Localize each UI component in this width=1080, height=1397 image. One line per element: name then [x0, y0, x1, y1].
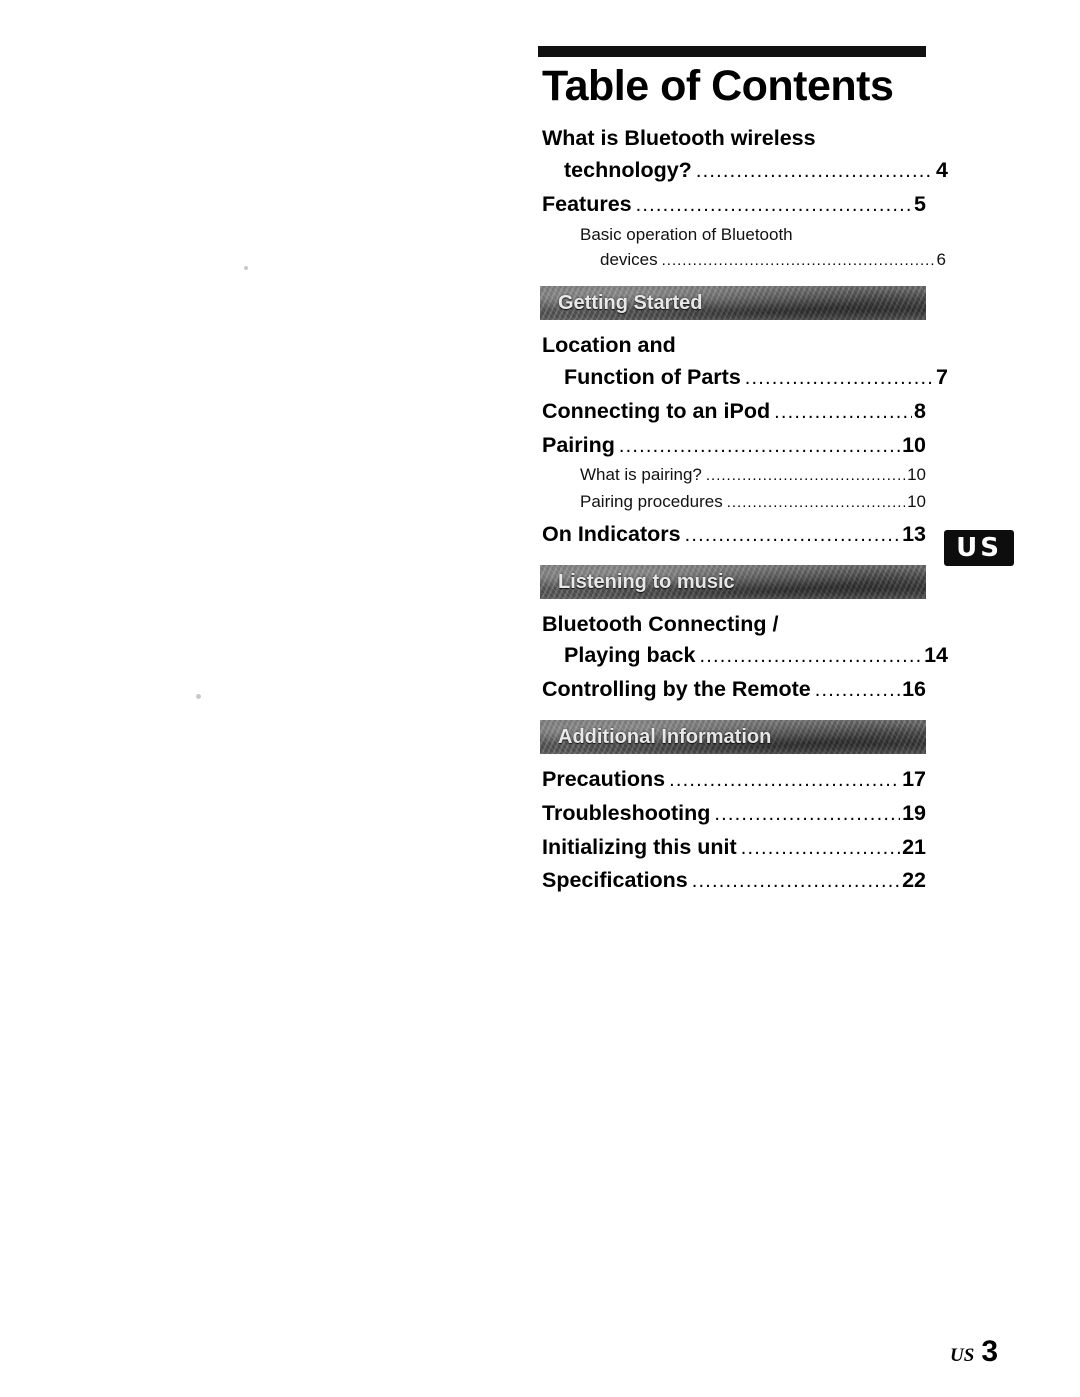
toc-entry-label: Pairing [542, 432, 615, 457]
leader-dots: ........................................… [774, 400, 912, 423]
toc-entry-page: 13 [902, 521, 926, 546]
toc-entry[interactable]: Controlling by the Remote ..............… [538, 674, 926, 706]
toc-entry-page: 16 [902, 677, 926, 702]
title-rule [538, 46, 926, 57]
toc-entry-label-cont: Playing back [564, 643, 696, 668]
toc-entry-label-cont: Function of Parts [564, 364, 741, 389]
section-heading-label: Listening to music [558, 570, 735, 593]
section-heading-label: Getting Started [558, 292, 703, 315]
toc-entry-label: What is Bluetooth wireless [542, 126, 816, 151]
footer-page-number: 3 [981, 1335, 998, 1368]
toc-subentry-page: 10 [907, 465, 926, 485]
toc-front-entries: What is Bluetooth wireless technology? .… [538, 123, 948, 272]
section-heading-bar: Additional Information [540, 719, 926, 754]
page-title: Table of Contents [542, 62, 894, 110]
toc-entry-page: 8 [914, 398, 926, 423]
toc-entry[interactable]: Connecting to an iPod ..................… [538, 396, 926, 428]
toc-entry-page: 19 [902, 800, 926, 825]
toc-subentry-label: Basic operation of Bluetooth [580, 224, 793, 244]
toc-entry-label: Specifications [542, 868, 688, 893]
leader-dots: ........................................… [669, 768, 900, 791]
toc-subentry-label: Pairing procedures [580, 492, 723, 512]
toc-entry-page: 22 [902, 868, 926, 893]
locale-thumb-tab: US [944, 530, 1014, 566]
toc-subentry-page: 6 [936, 249, 946, 269]
toc-entry[interactable]: Pairing ................................… [538, 430, 926, 462]
toc-entry-label: Connecting to an iPod [542, 398, 771, 423]
toc-entry-label: Bluetooth Connecting / [542, 611, 779, 636]
leader-dots: ........................................… [714, 802, 900, 825]
toc-entry-label-cont: technology? [564, 158, 692, 183]
toc-entry[interactable]: Precautions ............................… [538, 764, 926, 796]
toc-entry-page: 7 [936, 364, 948, 389]
toc-subentry[interactable]: What is pairing? .......................… [538, 463, 926, 488]
toc-entry-page: 14 [924, 643, 948, 668]
toc-entry[interactable]: On Indicators ..........................… [538, 519, 926, 551]
toc-entry-label: Controlling by the Remote [542, 677, 811, 702]
toc-entry[interactable]: Troubleshooting ........................… [538, 798, 926, 830]
toc-entry-label: Troubleshooting [542, 800, 711, 825]
toc-subentry[interactable]: Pairing procedures .....................… [538, 490, 926, 515]
leader-dots: ........................................… [814, 679, 901, 702]
toc-subentry-label-cont: devices [600, 249, 658, 269]
toc-entry-page: 21 [902, 834, 926, 859]
leader-dots: ........................................… [726, 494, 905, 512]
table-of-contents: Table of Contents What is Bluetooth wire… [538, 46, 948, 899]
toc-entry-label: Initializing this unit [542, 834, 737, 859]
toc-entry-page: 4 [936, 158, 948, 183]
page-footer: US 3 [950, 1335, 998, 1369]
leader-dots: ........................................… [684, 523, 901, 546]
scan-artifact [196, 694, 201, 699]
locale-thumb-tab-label: US [956, 533, 1002, 563]
section-heading-bar: Getting Started [540, 286, 926, 321]
toc-entry-label: Precautions [542, 766, 666, 791]
toc-entry-page: 10 [902, 432, 926, 457]
section-heading-bar: Listening to music [540, 564, 926, 599]
leader-dots: ........................................… [705, 467, 906, 485]
footer-locale: US [950, 1345, 975, 1366]
leader-dots: ........................................… [691, 870, 900, 893]
toc-entry[interactable]: Specifications .........................… [538, 865, 926, 897]
document-page: Table of Contents What is Bluetooth wire… [0, 0, 1080, 1397]
toc-entry-label: On Indicators [542, 521, 681, 546]
leader-dots: ........................................… [635, 194, 913, 217]
leader-dots: ........................................… [699, 645, 923, 668]
toc-entry[interactable]: Bluetooth Connecting / Playing back ....… [538, 609, 948, 673]
toc-entry[interactable]: Initializing this unit .................… [538, 832, 926, 864]
toc-entry-label: Location and [542, 333, 676, 358]
toc-subentry-label: What is pairing? [580, 465, 702, 485]
leader-dots: ........................................… [740, 836, 901, 859]
section-heading-label: Additional Information [558, 725, 772, 748]
toc-subentry-page: 10 [907, 492, 926, 512]
leader-dots: ........................................… [618, 434, 900, 457]
toc-entry[interactable]: Location and Function of Parts .........… [538, 330, 948, 394]
leader-dots: ........................................… [661, 251, 935, 269]
toc-subentry[interactable]: Basic operation of Bluetooth devices ...… [538, 223, 946, 272]
toc-entry-page: 5 [914, 192, 926, 217]
scan-artifact [244, 266, 248, 270]
toc-entry[interactable]: Features ...............................… [538, 189, 926, 221]
toc-entry-page: 17 [902, 766, 926, 791]
toc-entry[interactable]: What is Bluetooth wireless technology? .… [538, 123, 948, 187]
leader-dots: ........................................… [744, 366, 934, 389]
toc-entry-label: Features [542, 192, 632, 217]
leader-dots: ........................................… [695, 160, 934, 183]
